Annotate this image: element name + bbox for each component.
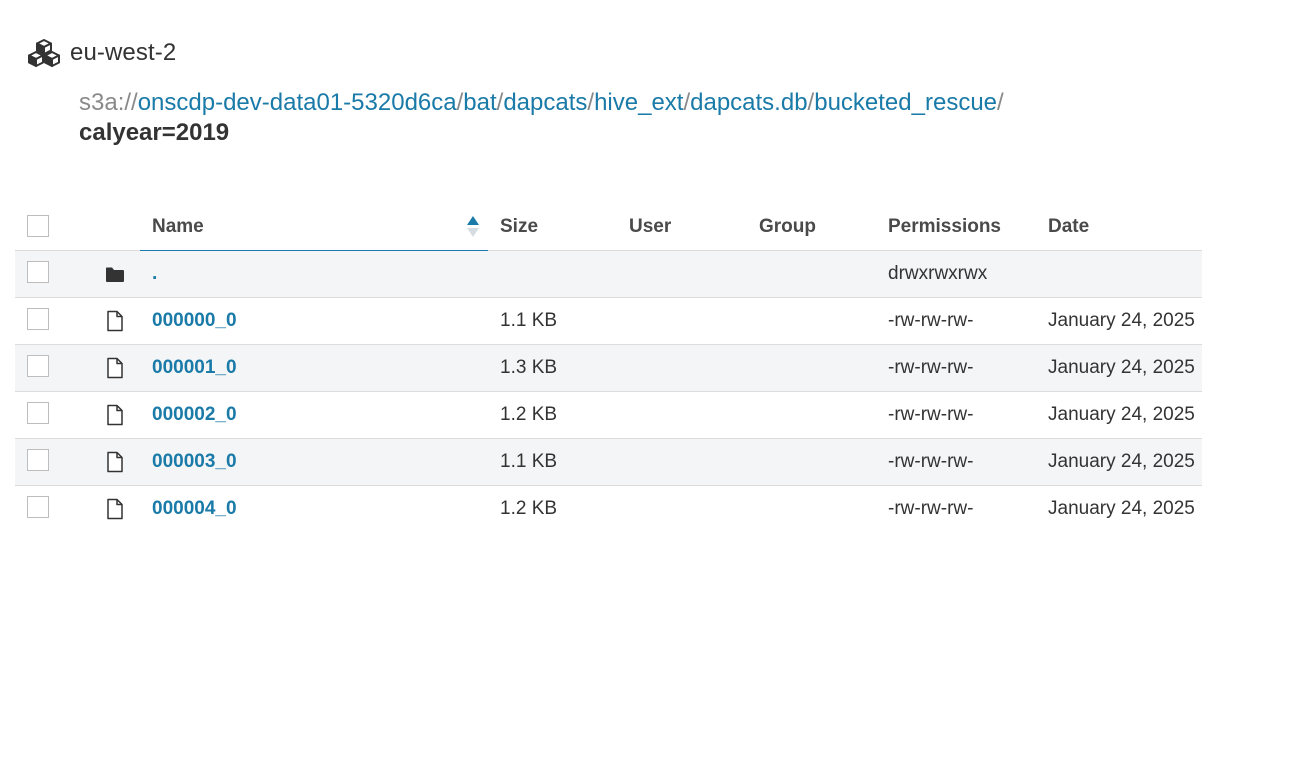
- file-icon: [107, 451, 123, 473]
- row-group: [747, 250, 876, 298]
- row-name-cell: 000002_0: [140, 391, 488, 439]
- row-user: [617, 438, 747, 486]
- row-user: [617, 250, 747, 298]
- cubes-icon: [28, 39, 60, 67]
- row-type-cell: [89, 391, 140, 439]
- row-select-cell: [15, 391, 89, 439]
- row-select-cell: [15, 344, 89, 392]
- column-header-date[interactable]: Date: [1036, 203, 1202, 251]
- row-permissions: -rw-rw-rw-: [876, 438, 1036, 486]
- column-header-name-label: Name: [152, 215, 204, 237]
- row-group: [747, 486, 876, 533]
- row-checkbox[interactable]: [27, 354, 49, 377]
- row-checkbox[interactable]: [27, 260, 49, 283]
- row-name-link[interactable]: .: [152, 263, 157, 284]
- row-user: [617, 391, 747, 439]
- column-header-size[interactable]: Size: [488, 203, 617, 251]
- table-row[interactable]: . drwxrwxrwx: [15, 250, 1202, 298]
- row-checkbox[interactable]: [27, 495, 49, 518]
- column-header-name[interactable]: Name: [140, 203, 488, 251]
- row-name-cell: 000003_0: [140, 438, 488, 486]
- file-icon: [107, 357, 123, 379]
- select-all-checkbox[interactable]: [27, 215, 49, 238]
- file-browser-page: eu-west-2 s3a://onscdp-dev-data01-5320d6…: [0, 0, 1294, 779]
- folder-icon: [106, 267, 124, 282]
- file-icon: [107, 310, 123, 332]
- row-select-cell: [15, 297, 89, 345]
- row-group: [747, 438, 876, 486]
- row-size: [488, 250, 617, 298]
- breadcrumb-item-bucket[interactable]: onscdp-dev-data01-5320d6ca: [138, 89, 457, 116]
- row-name-link[interactable]: 000003_0: [152, 451, 237, 472]
- row-type-cell: [89, 438, 140, 486]
- row-type-cell: [89, 486, 140, 533]
- row-name-cell: 000000_0: [140, 297, 488, 345]
- table-header-row: Name Size User Group Permissions Date: [15, 203, 1202, 251]
- row-date: January 24, 2025: [1048, 498, 1195, 519]
- row-name-link[interactable]: 000002_0: [152, 404, 237, 425]
- region-header: eu-west-2: [27, 37, 176, 69]
- row-size: 1.1 KB: [488, 297, 617, 345]
- row-user: [617, 297, 747, 345]
- row-size: 1.1 KB: [488, 438, 617, 486]
- row-group: [747, 297, 876, 345]
- file-icon: [107, 498, 123, 520]
- breadcrumb-separator: /: [997, 89, 1004, 116]
- breadcrumb-current: calyear=2019: [79, 119, 230, 146]
- row-size: 1.2 KB: [488, 391, 617, 439]
- row-name-cell: .: [140, 250, 488, 298]
- row-date: January 24, 2025: [1036, 344, 1202, 392]
- table-row[interactable]: 000002_0 1.2 KB -rw-rw-rw- January 24, 2…: [15, 391, 1202, 439]
- column-header-user[interactable]: User: [617, 203, 747, 251]
- file-icon: [107, 404, 123, 426]
- row-date: January 24, 2025: [1036, 297, 1202, 345]
- row-size: 1.3 KB: [488, 344, 617, 392]
- row-select-cell: [15, 486, 89, 533]
- row-user: [617, 486, 747, 533]
- row-type-cell: [89, 250, 140, 298]
- row-name-link[interactable]: 000000_0: [152, 310, 237, 331]
- row-name-link[interactable]: 000004_0: [152, 498, 237, 519]
- row-checkbox[interactable]: [27, 448, 49, 471]
- breadcrumb-item-bat[interactable]: bat: [463, 89, 496, 116]
- row-select-cell: [15, 438, 89, 486]
- row-size: 1.2 KB: [500, 498, 558, 519]
- table-row[interactable]: 000004_0 1.2 KB -rw-rw-rw- January 24, 2…: [15, 486, 1202, 533]
- breadcrumb-item-hive-ext[interactable]: hive_ext: [594, 89, 683, 116]
- row-user: [617, 344, 747, 392]
- row-type-cell: [89, 297, 140, 345]
- breadcrumb-item-bucketed-rescue[interactable]: bucketed_rescue: [814, 89, 997, 116]
- row-permissions: -rw-rw-rw-: [876, 297, 1036, 345]
- row-group: [747, 391, 876, 439]
- row-date: January 24, 2025: [1036, 391, 1202, 439]
- breadcrumb-item-dapcats[interactable]: dapcats: [503, 89, 587, 116]
- file-table: Name Size User Group Permissions Date . …: [15, 203, 1202, 532]
- breadcrumb: s3a://onscdp-dev-data01-5320d6ca/bat/dap…: [79, 88, 1219, 148]
- row-checkbox[interactable]: [27, 307, 49, 330]
- row-permissions: -rw-rw-rw-: [888, 498, 974, 519]
- breadcrumb-item-dapcats-db[interactable]: dapcats.db: [690, 89, 807, 116]
- row-name-cell: 000004_0: [140, 486, 488, 533]
- row-permissions: -rw-rw-rw-: [876, 344, 1036, 392]
- table-row[interactable]: 000003_0 1.1 KB -rw-rw-rw- January 24, 2…: [15, 438, 1202, 486]
- row-checkbox[interactable]: [27, 401, 49, 424]
- table-row[interactable]: 000000_0 1.1 KB -rw-rw-rw- January 24, 2…: [15, 297, 1202, 345]
- row-select-cell: [15, 250, 89, 298]
- row-permissions: drwxrwxrwx: [876, 250, 1036, 298]
- region-name: eu-west-2: [70, 39, 177, 66]
- row-date: January 24, 2025: [1036, 438, 1202, 486]
- row-date: [1036, 250, 1202, 298]
- select-all-cell: [15, 203, 89, 251]
- type-column-header: [89, 203, 140, 251]
- breadcrumb-scheme: s3a://: [79, 89, 138, 116]
- table-row[interactable]: 000001_0 1.3 KB -rw-rw-rw- January 24, 2…: [15, 344, 1202, 392]
- row-name-cell: 000001_0: [140, 344, 488, 392]
- row-type-cell: [89, 344, 140, 392]
- row-name-link[interactable]: 000001_0: [152, 357, 237, 378]
- column-header-permissions[interactable]: Permissions: [876, 203, 1036, 251]
- column-header-group[interactable]: Group: [747, 203, 876, 251]
- row-permissions: -rw-rw-rw-: [876, 391, 1036, 439]
- sort-ascending-icon: [467, 216, 479, 237]
- row-group: [747, 344, 876, 392]
